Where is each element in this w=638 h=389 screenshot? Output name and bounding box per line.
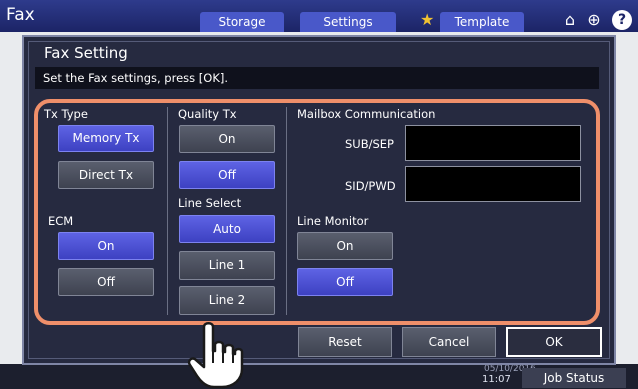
job-status-button[interactable]: Job Status <box>522 368 626 388</box>
ok-button[interactable]: OK <box>506 327 602 357</box>
star-icon: ★ <box>420 10 435 29</box>
home-icon[interactable]: ⌂ <box>560 10 580 30</box>
instruction-bar: Set the Fax settings, press [OK]. <box>35 67 599 89</box>
app-title: Fax <box>6 5 35 25</box>
cancel-button[interactable]: Cancel <box>402 327 496 357</box>
background-header: Fax Storage Settings ★ Template ⌂ ⊕ ? <box>0 0 638 32</box>
pointing-hand-icon <box>187 322 244 389</box>
dialog-title: Fax Setting <box>44 44 128 62</box>
highlight-outline <box>34 99 600 325</box>
time-display: 11:07 <box>482 374 511 385</box>
tab-storage[interactable]: Storage <box>200 12 284 32</box>
tab-settings[interactable]: Settings <box>300 12 396 32</box>
help-icon[interactable]: ? <box>612 10 632 30</box>
globe-icon[interactable]: ⊕ <box>584 10 604 30</box>
fax-setting-dialog: Fax Setting Set the Fax settings, press … <box>22 35 616 365</box>
reset-button[interactable]: Reset <box>298 327 392 357</box>
tab-template[interactable]: Template <box>440 12 524 32</box>
